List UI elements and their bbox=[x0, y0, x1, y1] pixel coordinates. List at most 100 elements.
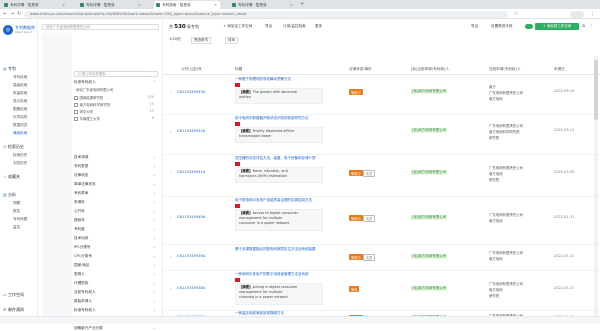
star-icon[interactable]: ☆ bbox=[514, 11, 518, 17]
filter-checkbox[interactable]: 国网能源研究院 520 bbox=[74, 95, 154, 100]
export-button[interactable]: 导出 bbox=[265, 24, 272, 29]
chevron-down-icon[interactable]: ⌄ bbox=[153, 326, 156, 330]
sidebar-group-mail[interactable]: ✉ 邮件通知 bbox=[3, 307, 24, 313]
patent-title-link[interactable]: 一种基于物理场的导线舞动预警方法 bbox=[235, 77, 291, 82]
sidebar-item[interactable]: 报告 bbox=[13, 209, 20, 214]
facet-row[interactable]: 公开年 ⌄ bbox=[74, 209, 156, 214]
facet-row[interactable]: 技术领域 ⌄ bbox=[74, 155, 156, 160]
facet-row[interactable]: 原始申请人 ⌄ bbox=[74, 299, 156, 304]
col-header-title[interactable]: 标题 bbox=[235, 67, 242, 72]
sidebar-item-active[interactable]: 通用检索 bbox=[13, 131, 27, 136]
close-tab-icon[interactable]: × bbox=[290, 1, 293, 9]
chevron-down-icon[interactable]: ⌄ bbox=[153, 299, 156, 303]
checkbox-icon[interactable] bbox=[74, 117, 78, 121]
sidebar-item[interactable]: 浏览历史 bbox=[13, 161, 27, 166]
menu-icon[interactable]: ⋮ bbox=[590, 11, 595, 17]
checkbox-icon[interactable] bbox=[74, 110, 78, 114]
chevron-down-icon[interactable]: ⌄ bbox=[153, 191, 156, 195]
chevron-down-icon[interactable]: ⌄ bbox=[153, 236, 156, 240]
close-tab-icon[interactable]: × bbox=[62, 1, 65, 9]
sidebar-item[interactable]: 专利地图 bbox=[13, 217, 27, 222]
field-settings-button[interactable]: 设置筛选字段 bbox=[491, 24, 513, 29]
sidebar-item[interactable]: 检索历史 bbox=[13, 153, 27, 158]
analysis-icon[interactable]: ⚙ bbox=[582, 24, 585, 28]
filter-checkbox[interactable]: 南方电网科学研究院 15 bbox=[74, 102, 154, 107]
facet-row[interactable]: CPC分类号 ⌄ bbox=[74, 254, 156, 259]
browser-tab[interactable]: 专利详情 · 智慧芽 × bbox=[2, 1, 68, 9]
filter-checkbox[interactable]: 清华大学 12 bbox=[74, 109, 154, 114]
chevron-down-icon[interactable]: ⌄ bbox=[153, 308, 156, 312]
back-icon[interactable]: ← bbox=[3, 11, 7, 17]
add-workspace-button[interactable]: + 添加至工作空间 bbox=[223, 24, 252, 29]
expand-arrow-icon[interactable]: › bbox=[170, 254, 172, 259]
right-export-button[interactable]: 导出 bbox=[471, 24, 478, 29]
facet-row[interactable]: 当前专利权人 ⌄ bbox=[74, 290, 156, 295]
facet-row[interactable]: 标准专利权人 ⌄ bbox=[74, 308, 156, 313]
chevron-down-icon[interactable]: ⌄ bbox=[153, 281, 156, 285]
col-header-date[interactable]: 申请日 bbox=[554, 67, 565, 72]
facet-row[interactable]: 简单法律状态 ⌄ bbox=[74, 182, 156, 187]
filter-checkbox[interactable]: 华南理工大学 8 bbox=[74, 116, 154, 121]
sidebar-item[interactable]: 专利检索 bbox=[13, 75, 27, 80]
expand-arrow-icon[interactable]: › bbox=[170, 129, 172, 134]
chevron-down-icon[interactable]: ⌄ bbox=[153, 218, 156, 222]
facet-row[interactable]: 发明人 ⌄ bbox=[74, 272, 156, 277]
patent-title-link[interactable]: 用于电网中断路器开断状态识别的新型研究方法 bbox=[235, 116, 309, 121]
checkbox-icon[interactable] bbox=[74, 103, 78, 107]
close-tab-icon[interactable]: × bbox=[138, 1, 141, 9]
std-owner-link[interactable]: [标]南方电网有限公司 bbox=[411, 286, 448, 291]
close-tab-icon[interactable]: × bbox=[214, 1, 217, 9]
sort-button[interactable]: 排序 bbox=[225, 37, 239, 44]
std-owner-link[interactable]: [标]南方电网有限公司 bbox=[411, 254, 448, 259]
facet-row[interactable]: 战略新兴产业分类 ⌄ bbox=[74, 326, 156, 331]
sidebar-item[interactable]: 化学结构 bbox=[13, 115, 27, 120]
facet-row[interactable]: 授权年 ⌄ bbox=[74, 218, 156, 223]
sidebar-item[interactable]: 监控 bbox=[13, 225, 20, 230]
app-logo[interactable]: ◎ 专利数据库 Patent Search bbox=[3, 24, 37, 36]
patent-number-link[interactable]: CN115345943A bbox=[177, 90, 205, 94]
std-owner-link[interactable]: [标]南方电网有限公司 bbox=[411, 215, 448, 220]
sidebar-group-workspace[interactable]: ▭工作空间 bbox=[3, 292, 24, 298]
patent-number-link[interactable]: CN115345939A bbox=[177, 254, 205, 258]
filter-condition-button[interactable]: 筛选条件 bbox=[191, 37, 212, 44]
chevron-down-icon[interactable]: ⌄ bbox=[153, 263, 156, 267]
sidebar-item[interactable]: 图像检索 bbox=[13, 107, 27, 112]
facet-row[interactable]: 法律状态 ⌄ bbox=[74, 173, 156, 178]
table-row[interactable]: › CN115345940A 用于配电网中多用户电能质量治理的协调控制方法 【摘… bbox=[163, 197, 600, 243]
chevron-down-icon[interactable]: ⌄ bbox=[153, 182, 156, 186]
table-row[interactable]: › CN115345941A 变压器的状态评估方法、装置、电子设备和存储介质 【… bbox=[163, 155, 600, 195]
patent-number-link[interactable]: CN115345938A bbox=[177, 286, 205, 290]
chevron-down-icon[interactable]: ⌄ bbox=[153, 290, 156, 294]
chevron-down-icon[interactable]: ⌄ bbox=[153, 173, 156, 177]
chevron-down-icon[interactable]: ⌄ bbox=[153, 254, 156, 258]
sidebar-item[interactable]: 高级检索 bbox=[13, 83, 27, 88]
sidebar-group-patent[interactable]: ▤专利 bbox=[3, 66, 16, 72]
forward-icon[interactable]: → bbox=[10, 11, 14, 17]
std-owner-link[interactable]: [标]南方电网有限公司 bbox=[411, 170, 448, 175]
sidebar-group-analysis[interactable]: ▥分析 bbox=[3, 192, 16, 198]
facet-row[interactable]: 代理机构 ⌄ bbox=[74, 281, 156, 286]
chevron-down-icon[interactable]: ⌄ bbox=[153, 227, 156, 231]
patent-title-link[interactable]: 用于配电网中多用户电能质量治理的协调控制方法 bbox=[235, 198, 312, 203]
toggle-switch[interactable] bbox=[525, 24, 533, 29]
profile-avatar[interactable] bbox=[570, 10, 584, 18]
table-row[interactable]: › CN115345942A 用于电网中断路器开断状态识别的新型研究方法 【摘要… bbox=[163, 115, 600, 153]
chevron-down-icon[interactable]: ⌄ bbox=[153, 209, 156, 213]
facet-row[interactable]: 专利类型 ⌄ bbox=[74, 164, 156, 169]
expand-arrow-icon[interactable]: › bbox=[170, 90, 172, 95]
company-search-input[interactable]: Q 按公司名称搜索 bbox=[74, 71, 158, 77]
col-header-std-owner[interactable]: [标]当前申请(专利权)人 bbox=[411, 67, 449, 72]
facet-row[interactable]: 专利寿命 ⌄ bbox=[74, 191, 156, 196]
table-row[interactable]: › CN115345938A 一种电网中多用户的数字消费者管理方法及系统 【摘要… bbox=[163, 271, 600, 309]
subscribe-button[interactable]: 订阅/监控检索 bbox=[283, 24, 306, 29]
patent-title-link[interactable]: 一种电网中多用户的数字消费者管理方法及系统 bbox=[235, 272, 309, 277]
url-field[interactable]: www.zhihuiya.com/search/input/simple?q=P… bbox=[24, 10, 508, 18]
company-select[interactable]: 地化广东省电网有限责任公司 bbox=[42, 24, 159, 30]
expand-arrow-icon[interactable]: › bbox=[170, 170, 172, 175]
expand-arrow-icon[interactable]: › bbox=[170, 215, 172, 220]
browser-tab-active[interactable]: 专利搜索 · 智慧芽 × bbox=[154, 1, 220, 9]
std-owner-link[interactable]: [标]南方电网有限公司 bbox=[411, 128, 448, 133]
table-row[interactable]: › CN115345943A 一种基于物理场的导线舞动预警方法 【摘要】The … bbox=[163, 76, 600, 113]
browser-tab[interactable]: 专利详情 · 智慧芽 × bbox=[230, 1, 296, 9]
chevron-down-icon[interactable]: ⌄ bbox=[153, 164, 156, 168]
